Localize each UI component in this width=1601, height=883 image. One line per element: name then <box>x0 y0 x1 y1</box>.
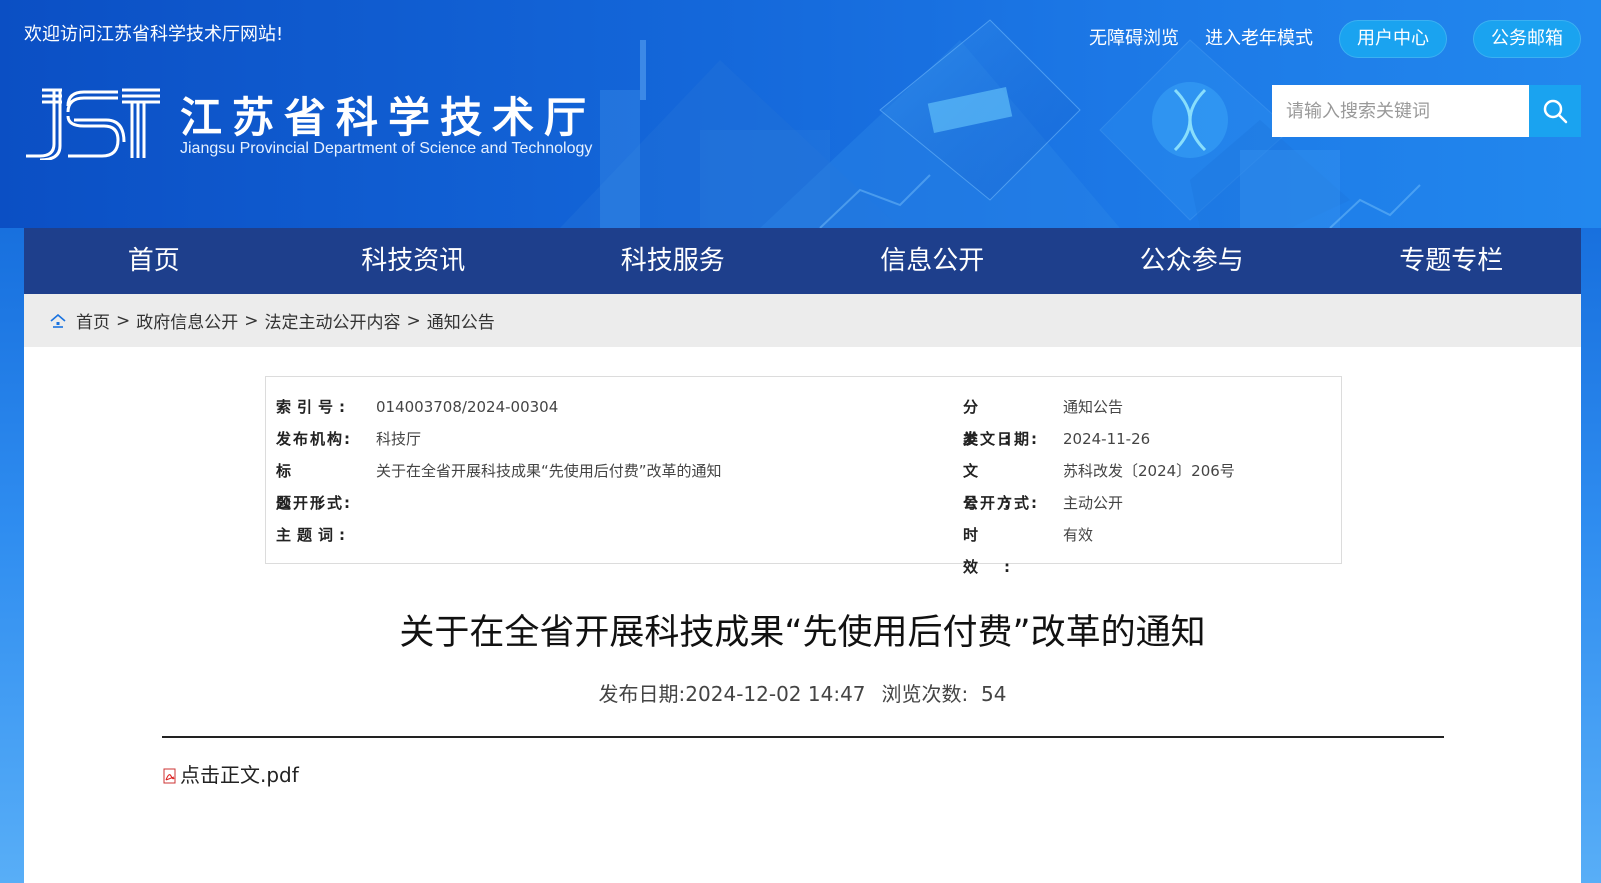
meta-label: 主题词: <box>276 526 351 544</box>
meta-row-disclosure-method: 公开方式: 主动公开 <box>963 487 1123 519</box>
meta-row-publisher: 发布机构: 科技厅 <box>276 423 421 455</box>
meta-row-title: 标题: 关于在全省开展科技成果“先使用后付费”改革的通知 <box>276 455 722 512</box>
meta-label: 发文日期: <box>963 430 1039 448</box>
main-content: 首页 > 政府信息公开 > 法定主动公开内容 > 通知公告 索引号: 01400… <box>24 294 1581 883</box>
pdf-file-icon <box>163 768 176 783</box>
divider <box>162 736 1444 738</box>
meta-row-issue-date: 发文日期: 2024-11-26 <box>963 423 1150 455</box>
meta-value-issue-date: 2024-11-26 <box>1063 430 1151 448</box>
meta-label: 时效: <box>963 526 1036 576</box>
search-button[interactable] <box>1529 85 1581 137</box>
pdf-attachment-link[interactable]: 点击正文.pdf <box>162 759 299 788</box>
nav-item-public-participation[interactable]: 公众参与 <box>1062 228 1322 294</box>
breadcrumb: 首页 > 政府信息公开 > 法定主动公开内容 > 通知公告 <box>24 294 1581 347</box>
site-name-en: Jiangsu Provincial Department of Science… <box>180 140 593 157</box>
meta-value-doc-number: 苏科改发〔2024〕206号 <box>1063 462 1235 480</box>
breadcrumb-home[interactable]: 首页 <box>76 308 110 333</box>
nav-item-info-disclosure[interactable]: 信息公开 <box>803 228 1063 294</box>
official-mail-button[interactable]: 公务邮箱 <box>1473 20 1581 58</box>
publish-date: 2024-12-02 14:47 <box>685 682 866 706</box>
home-icon[interactable] <box>50 313 66 328</box>
top-links: 无障碍浏览 进入老年模式 用户中心 公务邮箱 <box>1063 20 1581 58</box>
meta-row-category: 分类: 通知公告 <box>963 391 1124 448</box>
meta-label: 索引号: <box>276 398 351 416</box>
breadcrumb-separator: > <box>406 310 421 331</box>
meta-value-title: 关于在全省开展科技成果“先使用后付费”改革的通知 <box>376 462 722 480</box>
article-info: 发布日期:2024-12-02 14:47 浏览次数: 54 <box>24 678 1581 707</box>
breadcrumb-separator: > <box>116 310 131 331</box>
meta-label: 公开形式: <box>276 494 352 512</box>
meta-label: 发布机构: <box>276 430 352 448</box>
article-title: 关于在全省开展科技成果“先使用后付费”改革的通知 <box>399 613 1206 653</box>
site-header: 欢迎访问江苏省科学技术厅网站! 无障碍浏览 进入老年模式 用户中心 公务邮箱 江… <box>0 0 1601 228</box>
nav-item-tech-news[interactable]: 科技资讯 <box>284 228 544 294</box>
breadcrumb-gov-info[interactable]: 政府信息公开 <box>136 308 238 333</box>
view-count: 54 <box>981 682 1007 706</box>
accessibility-link[interactable]: 无障碍浏览 <box>1089 20 1179 58</box>
nav-item-special-topics[interactable]: 专题专栏 <box>1322 228 1582 294</box>
meta-value-publisher: 科技厅 <box>376 430 422 448</box>
search-icon <box>1543 99 1568 124</box>
meta-label: 标题: <box>276 462 349 512</box>
main-nav: 首页 科技资讯 科技服务 信息公开 公众参与 专题专栏 <box>24 228 1581 294</box>
site-name-cn: 江苏省科学技术厅 <box>180 93 597 142</box>
attachment-label: 点击正文.pdf <box>180 763 299 787</box>
meta-row-index: 索引号: 014003708/2024-00304 <box>276 391 558 423</box>
view-count-label: 浏览次数: <box>881 682 969 706</box>
meta-label: 公开方式: <box>963 494 1039 512</box>
publish-date-label: 发布日期: <box>598 682 686 706</box>
meta-value-disclosure-method: 主动公开 <box>1063 494 1124 512</box>
meta-label: 分类: <box>963 398 1036 448</box>
search-box <box>1272 85 1581 137</box>
meta-value-index: 014003708/2024-00304 <box>376 398 559 416</box>
meta-row-doc-number: 文号: 苏科改发〔2024〕206号 <box>963 455 1235 512</box>
nav-item-home[interactable]: 首页 <box>24 228 284 294</box>
jst-logo-icon[interactable] <box>24 86 162 160</box>
breadcrumb-statutory-content[interactable]: 法定主动公开内容 <box>265 308 401 333</box>
meta-row-validity: 时效: 有效 <box>963 519 1094 576</box>
user-center-button[interactable]: 用户中心 <box>1339 20 1447 58</box>
meta-value-category: 通知公告 <box>1063 398 1124 416</box>
welcome-text: 欢迎访问江苏省科学技术厅网站! <box>24 24 284 45</box>
nav-item-tech-services[interactable]: 科技服务 <box>543 228 803 294</box>
breadcrumb-separator: > <box>244 310 259 331</box>
meta-row-disclosure-form: 公开形式: <box>276 487 376 519</box>
document-metadata-table: 索引号: 014003708/2024-00304 发布机构: 科技厅 标题: … <box>265 376 1342 576</box>
elderly-mode-link[interactable]: 进入老年模式 <box>1205 20 1313 58</box>
search-input[interactable] <box>1272 85 1529 137</box>
meta-row-keywords: 主题词: <box>276 519 376 551</box>
meta-label: 文号: <box>963 462 1036 512</box>
breadcrumb-notices[interactable]: 通知公告 <box>427 308 495 333</box>
meta-value-validity: 有效 <box>1063 526 1094 544</box>
